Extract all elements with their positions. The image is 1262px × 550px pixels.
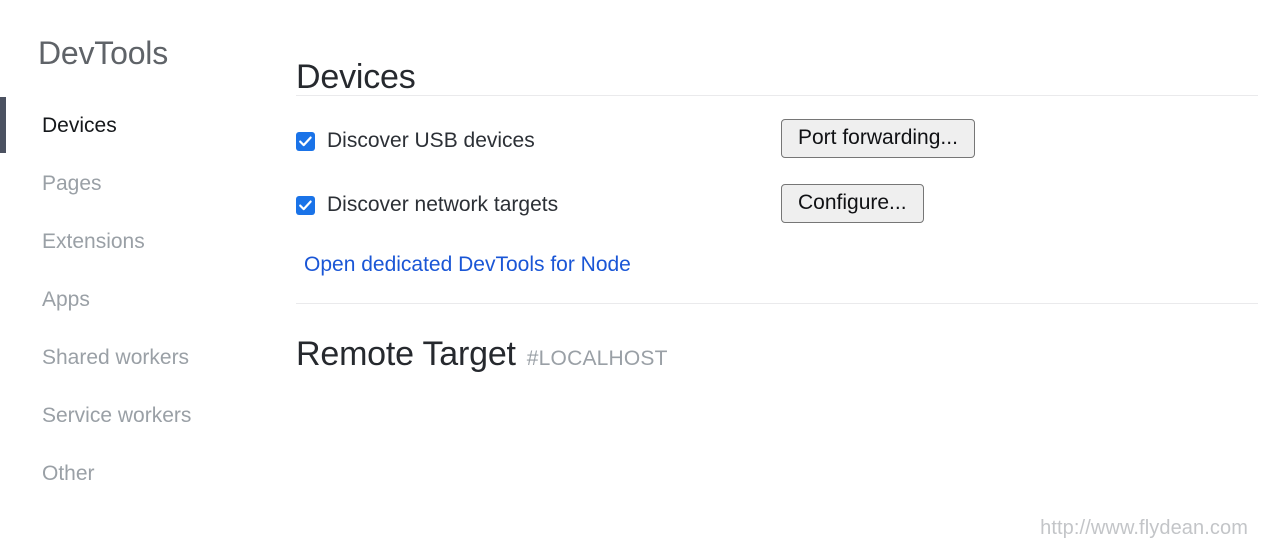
sidebar-item-label: Extensions (42, 230, 145, 253)
active-indicator-bar (0, 97, 6, 153)
sidebar-item-label: Shared workers (42, 346, 190, 369)
divider-mid (296, 303, 1258, 304)
remote-target-header: Remote Target #LOCALHOST (296, 332, 668, 376)
page-title: Devices (296, 57, 416, 96)
sidebar-nav: Devices Pages Extensions Apps Shared wor… (0, 97, 296, 503)
sidebar-item-shared-workers[interactable]: Shared workers (0, 329, 296, 387)
sidebar-item-label: Apps (42, 288, 90, 311)
sidebar-item-other[interactable]: Other (0, 445, 296, 503)
sidebar-item-apps[interactable]: Apps (0, 271, 296, 329)
sidebar-item-devices[interactable]: Devices (0, 97, 296, 155)
app-title: DevTools (38, 35, 169, 71)
open-dedicated-devtools-for-node-link[interactable]: Open dedicated DevTools for Node (304, 252, 631, 278)
sidebar-item-label: Service workers (42, 404, 192, 427)
discover-network-targets-label: Discover network targets (327, 193, 559, 216)
discover-usb-devices-label: Discover USB devices (327, 129, 535, 152)
devtools-inspect-page: DevTools Devices Pages Extensions Apps S… (0, 0, 1262, 550)
discover-network-targets-row[interactable]: Discover network targets (296, 191, 558, 219)
discover-network-targets-checkbox[interactable] (296, 195, 315, 215)
watermark: http://www.flydean.com (1040, 517, 1248, 539)
sidebar-item-label: Other (42, 462, 95, 485)
sidebar-item-pages[interactable]: Pages (0, 155, 296, 213)
configure-button[interactable]: Configure... (781, 184, 924, 223)
sidebar-item-extensions[interactable]: Extensions (0, 213, 296, 271)
sidebar-item-service-workers[interactable]: Service workers (0, 387, 296, 445)
discover-usb-devices-row[interactable]: Discover USB devices (296, 127, 535, 155)
main-content: Devices Discover USB devices Discover ne… (296, 0, 1262, 550)
sidebar-item-label: Pages (42, 172, 102, 195)
divider-top (296, 95, 1258, 96)
sidebar-item-label: Devices (42, 114, 117, 137)
port-forwarding-button[interactable]: Port forwarding... (781, 119, 975, 158)
remote-target-host: #LOCALHOST (526, 347, 668, 370)
remote-target-title: Remote Target (296, 335, 516, 373)
discover-usb-devices-checkbox[interactable] (296, 131, 315, 151)
sidebar: DevTools Devices Pages Extensions Apps S… (0, 0, 296, 550)
